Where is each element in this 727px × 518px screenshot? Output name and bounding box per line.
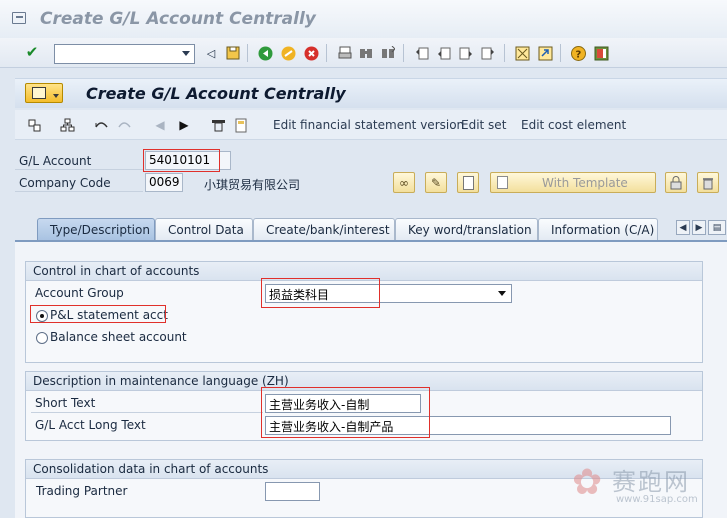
pencil-icon: ✎ — [430, 175, 442, 190]
enter-icon[interactable]: ✔ — [24, 44, 40, 60]
tab-key-word-translation[interactable]: Key word/translation — [395, 218, 538, 240]
edit-financial-statement-version-button[interactable]: Edit financial statement version — [273, 118, 464, 132]
prev-page-icon[interactable] — [436, 45, 452, 61]
save-icon[interactable] — [225, 45, 241, 61]
gl-account-field[interactable]: 54010101 — [145, 151, 231, 170]
display-change-icon[interactable] — [26, 117, 42, 133]
glasses-icon: ∞ — [399, 175, 409, 190]
exit-icon[interactable] — [280, 45, 296, 61]
long-text-field[interactable]: 主营业务收入-自制产品 — [265, 416, 671, 435]
shortcut-icon[interactable] — [537, 45, 553, 61]
display-button[interactable]: ∞ — [393, 172, 415, 193]
trading-partner-label: Trading Partner — [36, 484, 128, 498]
last-page-icon[interactable] — [480, 45, 496, 61]
previous-icon[interactable]: ◀ — [152, 117, 168, 133]
watermark: ✿ 赛跑网 www.91sap.com — [572, 462, 722, 512]
short-text-field[interactable]: 主营业务收入-自制 — [265, 394, 421, 413]
title-bar: Create G/L Account Centrally — [0, 0, 727, 38]
short-text-label: Short Text — [35, 396, 96, 410]
help-icon[interactable]: ? — [570, 45, 586, 61]
system-menu-icon[interactable] — [12, 12, 26, 24]
change-button[interactable]: ✎ — [425, 172, 447, 193]
create-session-icon[interactable] — [514, 45, 530, 61]
create-button[interactable] — [457, 172, 479, 193]
delete-button[interactable] — [697, 172, 719, 193]
long-text-label: G/L Acct Long Text — [35, 418, 146, 432]
menu-button[interactable] — [25, 83, 63, 103]
pl-statement-label: P&L statement acct — [50, 308, 168, 322]
edit-cost-element-button[interactable]: Edit cost element — [521, 118, 626, 132]
next-page-icon[interactable] — [458, 45, 474, 61]
account-group-label: Account Group — [35, 286, 124, 300]
first-page-icon[interactable] — [414, 45, 430, 61]
menu-icon — [32, 87, 46, 99]
tab-information-ca[interactable]: Information (C/A) — [538, 218, 658, 240]
balance-sheet-label: Balance sheet account — [50, 330, 187, 344]
find-next-icon[interactable] — [380, 45, 396, 61]
transaction-title: Create G/L Account Centrally — [86, 84, 346, 103]
tab-scroll-right-icon[interactable]: ▶ — [692, 220, 706, 235]
back-icon[interactable] — [257, 45, 273, 61]
trash-icon — [703, 177, 713, 189]
delete-flag-icon[interactable] — [210, 117, 226, 133]
company-code-field[interactable]: 0069 — [145, 173, 183, 192]
gl-account-label: G/L Account — [19, 154, 92, 168]
tab-control-data[interactable]: Control Data — [155, 218, 253, 240]
tab-type-description[interactable]: Type/Description — [37, 218, 155, 240]
block-button[interactable] — [665, 172, 687, 193]
blank-page-icon — [462, 175, 474, 190]
control-group-title: Control in chart of accounts — [26, 262, 702, 281]
hierarchy-icon[interactable] — [59, 117, 75, 133]
tab-create-bank-interest[interactable]: Create/bank/interest — [253, 218, 395, 240]
tab-scroll-left-icon[interactable]: ◀ — [676, 220, 690, 235]
with-template-button[interactable]: With Template — [490, 172, 656, 193]
company-name: 小琪贸易有限公司 — [204, 178, 301, 192]
find-icon[interactable] — [358, 45, 374, 61]
tab-list-icon[interactable]: ▤ — [708, 220, 726, 235]
command-field[interactable] — [54, 44, 195, 64]
window-title: Create G/L Account Centrally — [40, 9, 316, 29]
pl-statement-radio[interactable] — [36, 310, 48, 322]
print-icon[interactable] — [337, 45, 353, 61]
where-used-disabled-icon — [116, 117, 132, 133]
balance-sheet-radio[interactable] — [36, 332, 48, 344]
watermark-text: 赛跑网 — [612, 468, 690, 496]
customize-layout-icon[interactable] — [593, 45, 609, 61]
next-icon[interactable]: ▶ — [176, 117, 192, 133]
lock-icon — [670, 175, 682, 189]
transaction-header: Create G/L Account Centrally — [15, 78, 727, 108]
template-page-icon — [497, 176, 508, 189]
where-used-icon[interactable] — [93, 117, 109, 133]
chevron-down-icon[interactable] — [498, 291, 506, 296]
company-code-label: Company Code — [19, 176, 111, 190]
description-group-title: Description in maintenance language (ZH) — [26, 372, 702, 391]
cancel-icon[interactable] — [303, 45, 319, 61]
edit-set-button[interactable]: Edit set — [461, 118, 506, 132]
watermark-url: www.91sap.com — [616, 494, 698, 505]
chevron-down-icon[interactable] — [182, 51, 190, 56]
watermark-logo-icon: ✿ — [572, 462, 603, 503]
back-arrow-icon[interactable]: ◁ — [203, 45, 219, 61]
trading-partner-field[interactable] — [265, 482, 320, 501]
svg-text:?: ? — [575, 49, 581, 60]
account-group-dropdown[interactable]: 损益类科目 — [265, 284, 512, 303]
document-icon[interactable] — [233, 117, 249, 133]
